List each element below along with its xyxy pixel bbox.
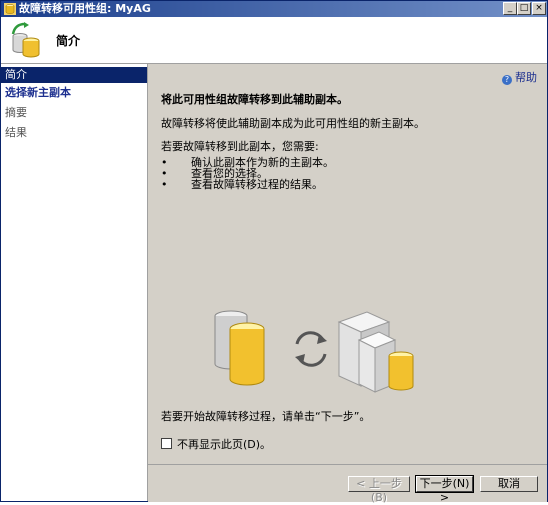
wizard-window: 故障转移可用性组: MyAG _ □ × 简介 简介 选择新主副本 摘要 结果 … bbox=[0, 0, 548, 504]
back-button[interactable]: < 上一步(B) bbox=[348, 476, 410, 504]
content-pane: ? 帮助 将此可用性组故障转移到此辅助副本。 故障转移将使此辅助副本成为此可用性组… bbox=[148, 64, 547, 464]
dont-show-again-checkbox[interactable]: 不再显示此页(D)。 bbox=[161, 436, 271, 452]
nav-item-summary: 摘要 bbox=[5, 106, 27, 119]
sync-arrows-icon bbox=[295, 331, 327, 367]
help-link[interactable]: ? 帮助 bbox=[502, 69, 537, 85]
requirements-list: • 确认此副本作为新的主副本。 • 查看您的选择。 • 查看故障转移过程的结果。 bbox=[161, 147, 334, 190]
nav-item-results: 结果 bbox=[5, 126, 27, 139]
button-bar: < 上一步(B) 下一步(N) > 取消 bbox=[148, 464, 547, 504]
server-replicas-icon bbox=[337, 311, 414, 393]
content-heading: 将此可用性组故障转移到此辅助副本。 bbox=[161, 93, 348, 106]
nav-pane: 简介 选择新主副本 摘要 结果 bbox=[1, 64, 148, 501]
nav-item-introduction[interactable]: 简介 bbox=[1, 67, 147, 83]
wizard-header: 简介 bbox=[1, 17, 547, 64]
close-button[interactable]: × bbox=[532, 2, 546, 15]
nav-item-select-new-primary[interactable]: 选择新主副本 bbox=[1, 85, 147, 101]
checkbox-label: 不再显示此页(D)。 bbox=[177, 438, 272, 451]
page-title: 简介 bbox=[56, 34, 81, 48]
help-label: 帮助 bbox=[515, 71, 537, 84]
window-title: 故障转移可用性组: MyAG bbox=[19, 2, 151, 15]
minimize-button[interactable]: _ bbox=[503, 2, 517, 15]
next-button[interactable]: 下一步(N) > bbox=[415, 475, 474, 504]
content-description: 故障转移将使此辅助副本成为此可用性组的新主副本。 bbox=[161, 117, 425, 130]
help-icon: ? bbox=[502, 75, 512, 85]
list-item: • 查看故障转移过程的结果。 bbox=[161, 178, 323, 191]
cancel-button[interactable]: 取消 bbox=[480, 476, 538, 492]
title-bar: 故障转移可用性组: MyAG _ □ × bbox=[1, 1, 547, 17]
instruction-text: 若要开始故障转移过程，请单击“下一步”。 bbox=[161, 410, 371, 423]
database-app-icon bbox=[4, 3, 16, 15]
primary-database-icon bbox=[214, 310, 265, 386]
failover-illustration bbox=[214, 310, 414, 393]
failover-database-icon bbox=[11, 22, 40, 58]
checkbox-box[interactable] bbox=[161, 438, 172, 449]
maximize-button[interactable]: □ bbox=[517, 2, 531, 15]
